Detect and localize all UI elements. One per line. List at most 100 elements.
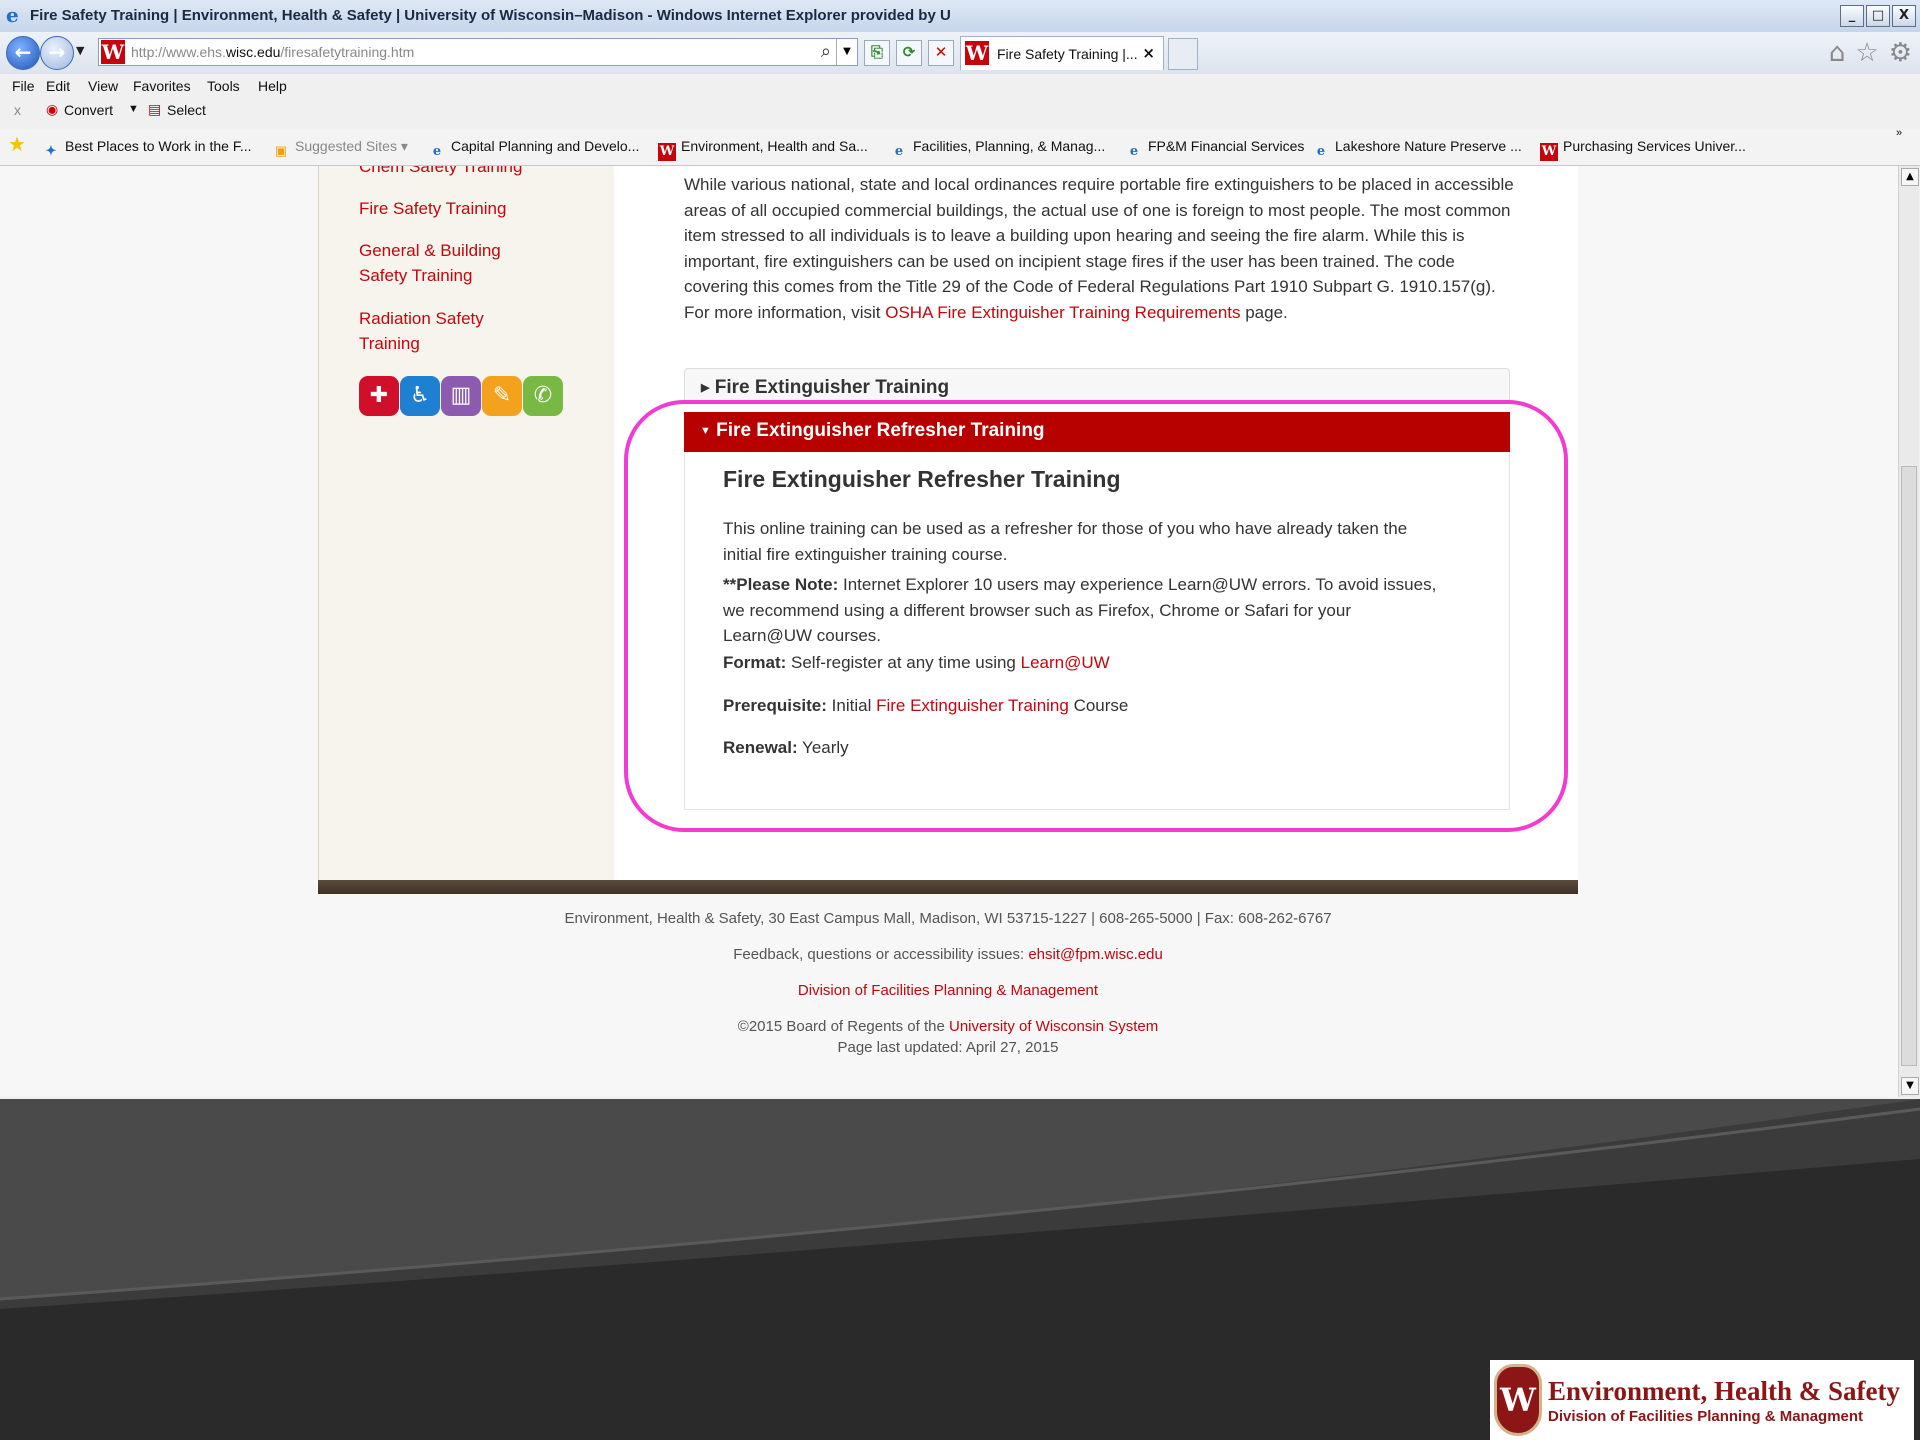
branding-subtitle: Division of Facilities Planning & Managm…: [1548, 1408, 1864, 1425]
convert-icon: ◉: [46, 101, 59, 117]
format-line: Format: Self-register at any time using …: [723, 653, 1110, 672]
compatibility-view-icon[interactable]: ⎘: [864, 40, 890, 66]
tab-favicon-icon: W: [965, 41, 989, 65]
ie-favicon-icon: e: [1129, 144, 1139, 159]
address-bar[interactable]: W http://www.ehs.wisc.edu/firesafetytrai…: [98, 38, 858, 66]
renewal-line: Renewal: Yearly: [723, 738, 849, 757]
favorites-star-icon[interactable]: ☆: [1855, 38, 1878, 68]
footer-feedback: Feedback, questions or accessibility iss…: [733, 946, 1163, 963]
sidebar-link-chem-safety[interactable]: Chem Safety Training: [359, 166, 579, 179]
accordion-title: Fire Extinguisher Training: [714, 377, 950, 398]
scroll-down-icon[interactable]: ▼: [1901, 1077, 1919, 1095]
sidebar-link-general-building[interactable]: General & Building Safety Training: [359, 238, 539, 288]
suggested-sites-icon: ▣: [274, 143, 288, 158]
ehs-branding: W Environment, Health & Safety Division …: [1490, 1360, 1914, 1440]
panel-heading: Fire Extinguisher Refresher Training: [723, 466, 1121, 492]
first-aid-icon[interactable]: ✚: [359, 376, 399, 416]
address-dropdown-icon[interactable]: ▼: [836, 39, 857, 65]
refresh-icon[interactable]: ⟳: [896, 40, 922, 66]
minimize-button[interactable]: _: [1840, 5, 1864, 27]
footer-divider: [318, 880, 1578, 894]
ie-icon: e: [6, 3, 19, 27]
forward-button[interactable]: →: [40, 36, 74, 70]
division-link[interactable]: Division of Facilities Planning & Manage…: [798, 982, 1098, 999]
command-bar-close-icon[interactable]: x: [14, 102, 21, 118]
select-icon: ▤: [148, 101, 162, 117]
person-icon[interactable]: ♿: [400, 376, 440, 416]
ie-favicon-icon: e: [1316, 144, 1326, 159]
menu-file[interactable]: File: [12, 78, 35, 94]
panel-description: This online training can be used as a re…: [723, 519, 1408, 564]
fav-item-capital-planning[interactable]: e Capital Planning and Develo...: [428, 138, 639, 161]
menu-view[interactable]: View: [88, 78, 118, 94]
site-container: Chem Safety Training Fire Safety Trainin…: [318, 166, 1578, 880]
favorites-overflow-icon[interactable]: »: [1896, 127, 1902, 139]
add-favorite-star-icon[interactable]: ★: [8, 134, 31, 155]
menu-tools[interactable]: Tools: [207, 78, 240, 94]
settings-gear-icon[interactable]: ⚙: [1889, 38, 1912, 68]
url-text[interactable]: http://www.ehs.wisc.edu/firesafetytraini…: [131, 44, 414, 60]
maximize-button[interactable]: □: [1866, 5, 1890, 27]
stop-icon[interactable]: ✕: [928, 40, 954, 66]
tab-close-icon[interactable]: ×: [1142, 44, 1155, 62]
menu-favorites[interactable]: Favorites: [133, 78, 191, 94]
menu-help[interactable]: Help: [258, 78, 287, 94]
phone-icon[interactable]: ✆: [523, 376, 563, 416]
quick-links: ✚ ♿ ▥ ✎ ✆: [359, 376, 563, 416]
footer-updated: Page last updated: April 27, 2015: [837, 1039, 1059, 1056]
active-tab[interactable]: W Fire Safety Training |... ×: [960, 36, 1164, 70]
caret-down-icon: ▼: [700, 425, 711, 437]
close-window-button[interactable]: X: [1892, 5, 1916, 27]
uw-system-link[interactable]: University of Wisconsin System: [949, 1018, 1158, 1035]
osha-link[interactable]: OSHA Fire Extinguisher Training Requirem…: [885, 303, 1240, 322]
uw-favicon-icon: W: [1540, 143, 1558, 161]
scroll-up-icon[interactable]: ▲: [1901, 168, 1919, 186]
convert-button[interactable]: Convert: [64, 102, 113, 118]
accordion-fire-extinguisher-training[interactable]: ▶ Fire Extinguisher Training: [684, 368, 1510, 404]
scroll-thumb[interactable]: [1901, 466, 1917, 1066]
browser-window: e Fire Safety Training | Environment, He…: [0, 0, 1920, 1101]
fire-extinguisher-training-link[interactable]: Fire Extinguisher Training: [876, 696, 1069, 715]
convert-dropdown-icon[interactable]: ▼: [128, 103, 139, 115]
uw-crest-logo: W: [1494, 1364, 1542, 1436]
site-favicon-icon: W: [101, 40, 125, 64]
sidebar-link-fire-safety[interactable]: Fire Safety Training: [359, 196, 579, 221]
browser-note: **Please Note: Internet Explorer 10 user…: [723, 575, 1437, 646]
window-title: Fire Safety Training | Environment, Heal…: [30, 7, 951, 24]
menu-bar: File Edit View Favorites Tools Help: [0, 74, 1920, 98]
learn-uw-link[interactable]: Learn@UW: [1021, 653, 1110, 672]
sidebar-link-radiation-safety[interactable]: Radiation Safety Training: [359, 306, 519, 356]
select-button[interactable]: Select: [167, 102, 206, 118]
history-dropdown-icon[interactable]: ▼: [76, 44, 84, 57]
footer-address: Environment, Health & Safety, 30 East Ca…: [564, 910, 1332, 927]
fav-item-best-places[interactable]: ✦ Best Places to Work in the F...: [42, 138, 252, 161]
fav-item-financial[interactable]: e FP&M Financial Services: [1125, 138, 1305, 161]
home-icon[interactable]: ⌂: [1829, 38, 1846, 68]
page-viewport: Chem Safety Training Fire Safety Trainin…: [0, 166, 1898, 1097]
new-tab-button[interactable]: [1168, 38, 1198, 70]
fav-item-lakeshore[interactable]: e Lakeshore Nature Preserve ...: [1312, 138, 1522, 161]
note-icon[interactable]: ✎: [482, 376, 522, 416]
command-bar: x ◉ Convert ▼ ▤ Select: [0, 98, 1920, 122]
accordion-refresher-training[interactable]: ▼ Fire Extinguisher Refresher Training: [684, 412, 1510, 452]
fav-item-fpm[interactable]: e Facilities, Planning, & Manag...: [890, 138, 1105, 161]
accordion-panel: Fire Extinguisher Refresher Training Thi…: [684, 452, 1510, 810]
fav-item-suggested-sites[interactable]: ▣ Suggested Sites ▾: [272, 138, 408, 160]
footer-division-link: Division of Facilities Planning & Manage…: [318, 982, 1578, 999]
fav-item-ehs[interactable]: W Environment, Health and Sa...: [658, 138, 868, 161]
uw-favicon-icon: W: [658, 143, 676, 161]
fav-item-purchasing[interactable]: W Purchasing Services Univer...: [1540, 138, 1746, 161]
vertical-scrollbar[interactable]: ▲ ▼: [1898, 166, 1919, 1097]
intro-paragraph: While various national, state and local …: [684, 175, 1514, 322]
trash-icon[interactable]: ▥: [441, 376, 481, 416]
tab-title: Fire Safety Training |...: [997, 46, 1138, 62]
email-link[interactable]: ehsit@fpm.wisc.edu: [1028, 946, 1162, 963]
footer-copyright: ©2015 Board of Regents of the University…: [737, 1018, 1159, 1035]
search-icon[interactable]: ⌕: [821, 41, 831, 62]
ie-favicon-icon: e: [432, 144, 442, 159]
back-button[interactable]: ←: [6, 36, 40, 70]
favorites-bar: ★ ✦ Best Places to Work in the F... ▣ Sugg…: [0, 127, 1920, 166]
menu-edit[interactable]: Edit: [46, 78, 70, 94]
title-bar: e Fire Safety Training | Environment, He…: [0, 0, 1920, 33]
ie-favicon-icon: ✦: [45, 144, 57, 159]
